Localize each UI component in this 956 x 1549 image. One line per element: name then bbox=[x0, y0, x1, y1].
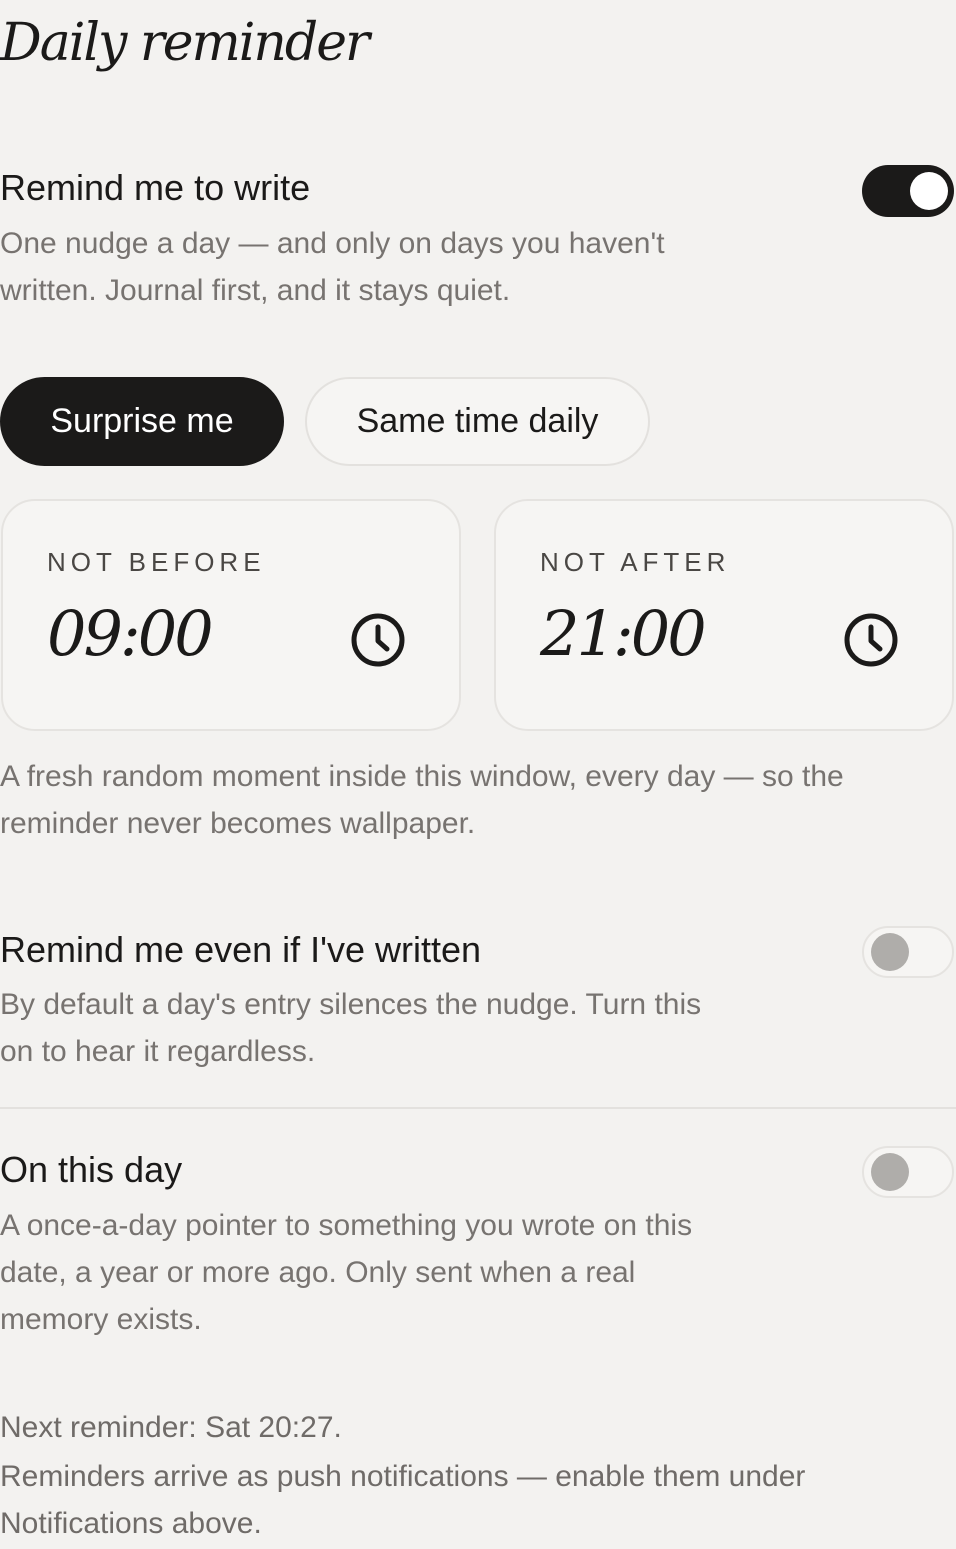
remind-even-if-written-title: Remind me even if I've written bbox=[0, 929, 482, 970]
notification-notice-line1: Reminders arrive as push notifications —… bbox=[0, 1460, 806, 1493]
next-reminder-text: Next reminder: Sat 20:27. bbox=[0, 1411, 342, 1444]
on-this-day-description-line2: date, a year or more ago. Only sent when… bbox=[0, 1256, 636, 1289]
page-title: Daily reminder bbox=[0, 13, 370, 73]
remind-to-write-title: Remind me to write bbox=[0, 167, 311, 208]
not-before-label: NOT BEFORE bbox=[47, 547, 266, 577]
same-time-daily-button[interactable]: Same time daily bbox=[305, 377, 650, 466]
window-description-line2: reminder never becomes wallpaper. bbox=[0, 807, 476, 840]
remind-to-write-description-line1: One nudge a day — and only on days you h… bbox=[0, 227, 665, 260]
toggle-knob bbox=[871, 933, 909, 971]
remind-to-write-toggle[interactable] bbox=[862, 165, 954, 217]
remind-even-if-written-description-line1: By default a day's entry silences the nu… bbox=[0, 988, 702, 1021]
not-after-card[interactable]: NOT AFTER 21:00 bbox=[494, 499, 954, 731]
on-this-day-toggle[interactable] bbox=[862, 1146, 954, 1198]
surprise-me-button[interactable]: Surprise me bbox=[0, 377, 284, 466]
not-before-time[interactable]: 09:00 bbox=[47, 597, 214, 670]
remind-to-write-description-line2: written. Journal first, and it stays qui… bbox=[0, 274, 511, 307]
section-divider bbox=[0, 1107, 956, 1109]
toggle-knob bbox=[871, 1153, 909, 1191]
window-description-line1: A fresh random moment inside this window… bbox=[0, 760, 844, 793]
remind-even-if-written-toggle[interactable] bbox=[862, 926, 954, 978]
clock-icon[interactable] bbox=[842, 611, 900, 669]
notification-notice-line2: Notifications above. bbox=[0, 1507, 262, 1540]
daily-reminder-page: Daily reminder Remind me to write One nu… bbox=[0, 0, 956, 1549]
not-after-label: NOT AFTER bbox=[540, 547, 731, 577]
on-this-day-description-line1: A once-a-day pointer to something you wr… bbox=[0, 1209, 693, 1242]
on-this-day-title: On this day bbox=[0, 1149, 183, 1190]
not-after-time[interactable]: 21:00 bbox=[540, 597, 707, 670]
remind-even-if-written-description-line2: on to hear it regardless. bbox=[0, 1035, 316, 1068]
on-this-day-description-line3: memory exists. bbox=[0, 1303, 202, 1336]
toggle-knob bbox=[910, 172, 948, 210]
clock-icon[interactable] bbox=[349, 611, 407, 669]
not-before-card[interactable]: NOT BEFORE 09:00 bbox=[1, 499, 461, 731]
